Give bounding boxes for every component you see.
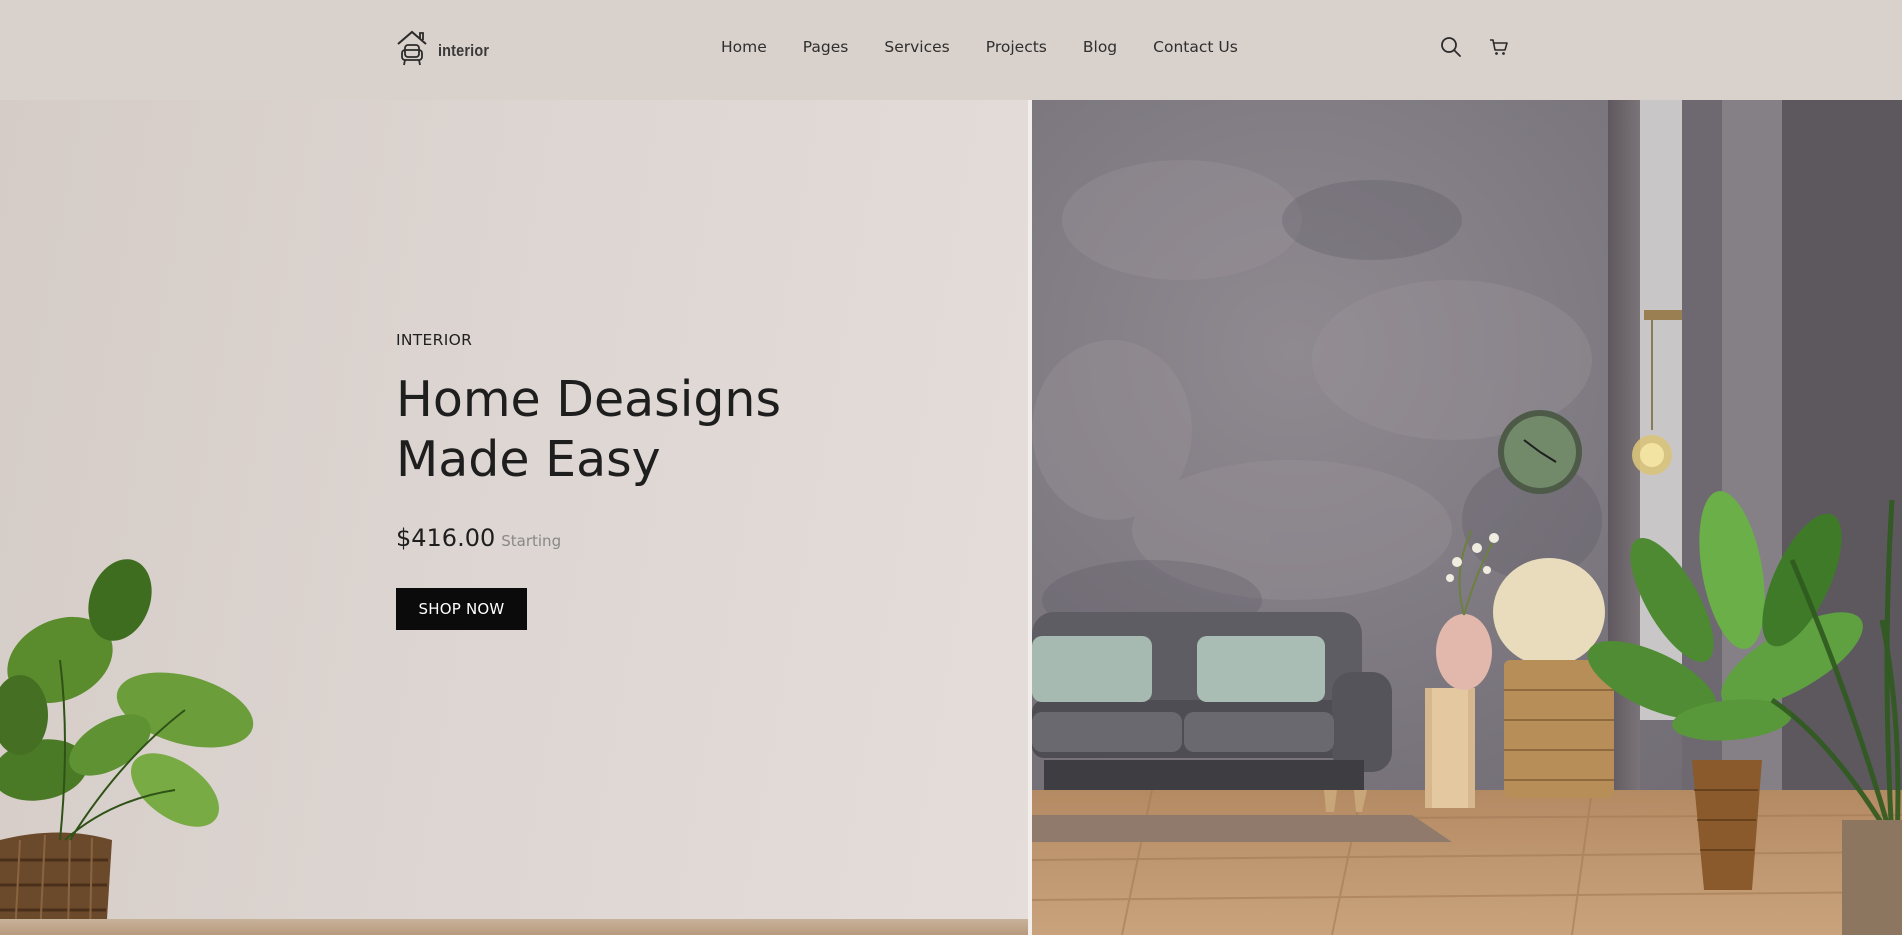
site-header: interior Home Pages Services Projects Bl… (0, 0, 1902, 100)
potted-plant-image (0, 559, 254, 935)
nav-item-projects[interactable]: Projects (986, 38, 1047, 56)
brand-logo[interactable]: interior (396, 30, 498, 68)
nav-item-services[interactable]: Services (884, 38, 949, 56)
header-actions (1440, 36, 1510, 58)
nav-item-home[interactable]: Home (721, 38, 767, 56)
nav-item-contact-us[interactable]: Contact Us (1153, 38, 1238, 56)
hero-left-panel (0, 100, 1031, 935)
price-row: $416.00 Starting (396, 524, 561, 552)
hero-title: Home Deasigns Made Easy (396, 371, 782, 488)
hero-room-image (1032, 100, 1902, 935)
brand-name: interior (438, 41, 490, 60)
hero-eyebrow: INTERIOR (396, 331, 473, 349)
cart-icon[interactable] (1488, 36, 1510, 58)
house-chair-logo-icon (397, 30, 427, 66)
nav-item-pages[interactable]: Pages (803, 38, 849, 56)
price-value: $416.00 (396, 524, 496, 552)
floor-strip (0, 919, 1031, 935)
nav-item-blog[interactable]: Blog (1083, 38, 1117, 56)
price-note: Starting (501, 532, 562, 550)
main-nav: Home Pages Services Projects Blog Contac… (721, 38, 1238, 56)
shop-now-button[interactable]: SHOP NOW (396, 588, 527, 630)
search-icon[interactable] (1440, 36, 1462, 58)
living-room-illustration (1032, 100, 1902, 935)
